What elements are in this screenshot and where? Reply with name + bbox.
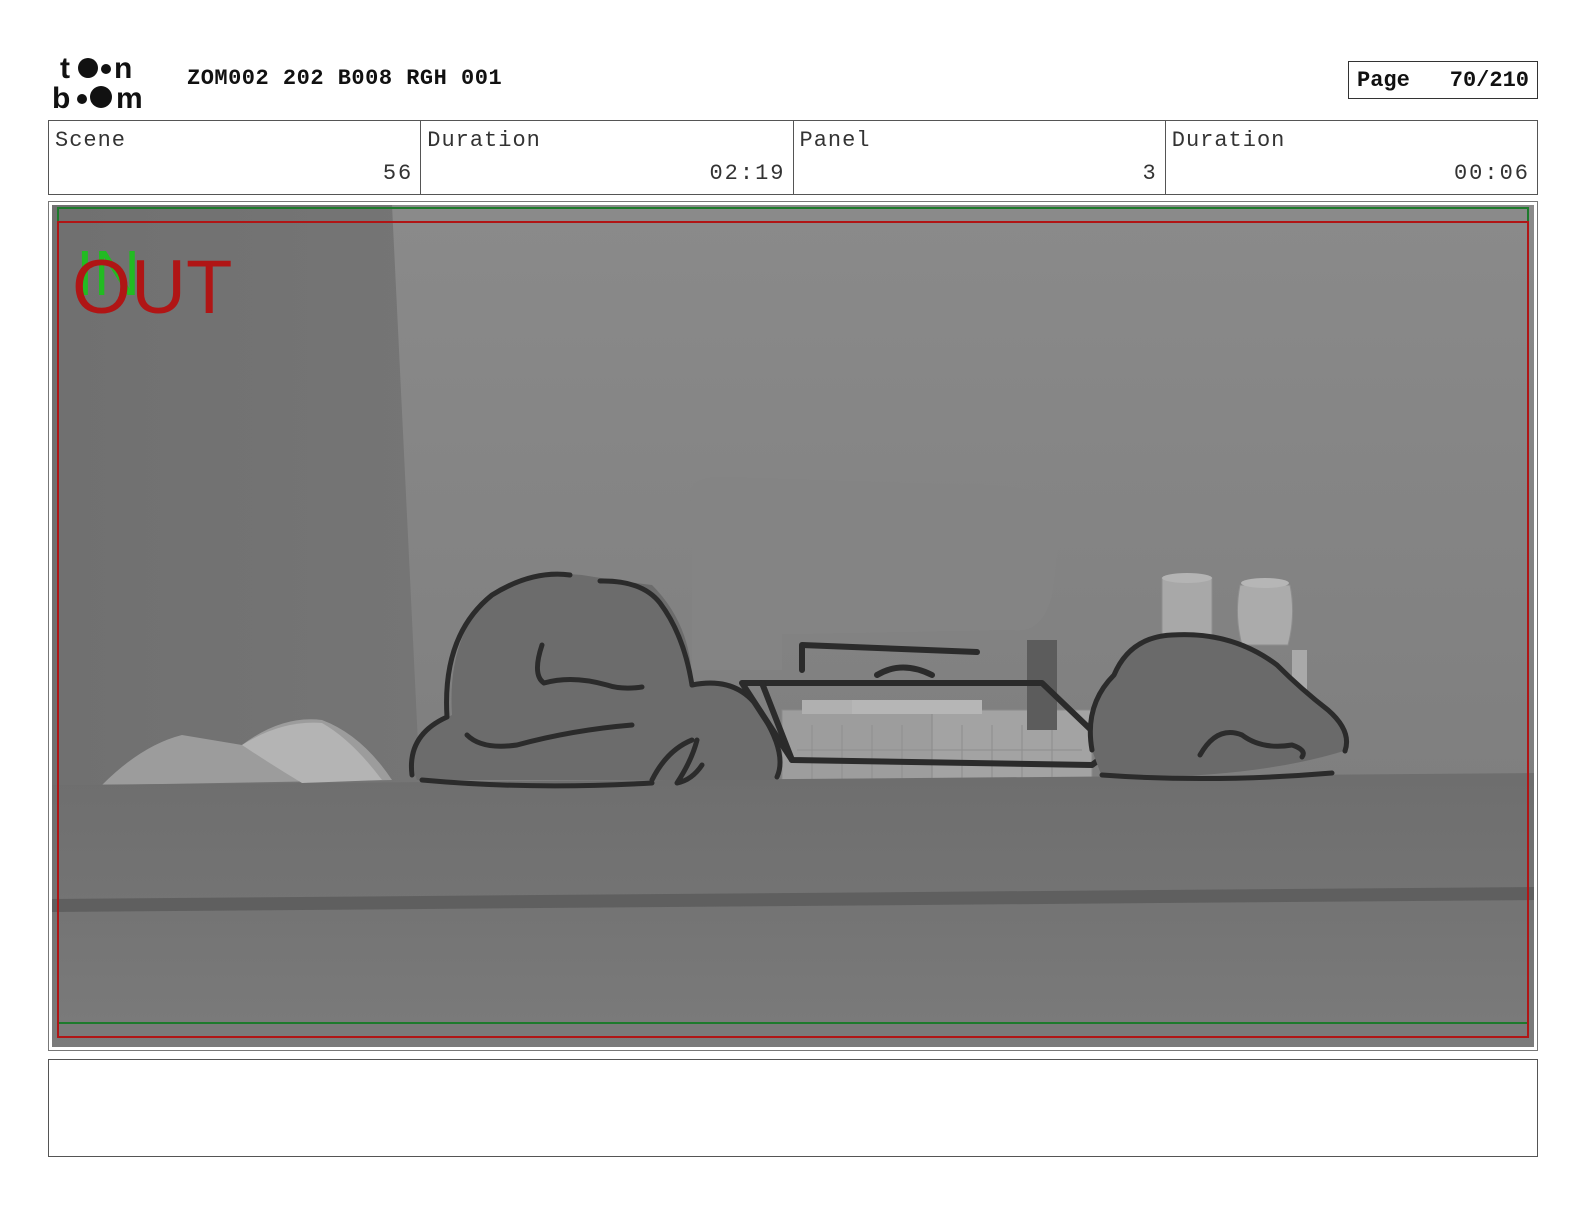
page-label: Page <box>1357 67 1410 93</box>
crate-right <box>931 709 1093 781</box>
scene-label: Scene <box>55 128 127 153</box>
scene-value: 56 <box>382 161 414 186</box>
svg-text:b: b <box>52 82 70 112</box>
svg-text:t: t <box>60 52 70 85</box>
scene-info-table: Scene 56 Duration 02:19 Panel 3 Duration… <box>48 120 1538 195</box>
jar-left <box>1161 577 1213 641</box>
scene-duration-label: Duration <box>427 128 541 153</box>
scene-duration-cell: Duration 02:19 <box>421 121 794 194</box>
svg-text:n: n <box>114 52 132 85</box>
panel-duration-label: Duration <box>1171 128 1286 153</box>
panel-notes-box <box>48 1059 1538 1157</box>
panel-cell: Panel 3 <box>794 121 1166 194</box>
scene-duration-value: 02:19 <box>709 161 786 186</box>
panel-duration-value: 00:06 <box>1453 161 1530 186</box>
background-figure <box>689 477 1057 640</box>
page-number: 70/210 <box>1449 67 1529 93</box>
jar-right <box>1236 584 1294 646</box>
panel-label: Panel <box>799 128 871 153</box>
panel-duration-cell: Duration 00:06 <box>1166 121 1537 194</box>
toon-boom-logo: t n b m <box>52 52 143 112</box>
out-marker: OUT <box>72 245 232 330</box>
scene-cell: Scene 56 <box>49 121 422 194</box>
page-indicator: Page 70/210 <box>1348 61 1538 99</box>
project-title: ZOM002 202 B008 RGH 001 <box>187 66 503 91</box>
svg-text:m: m <box>116 82 143 112</box>
crate-left <box>781 709 933 781</box>
panel-value: 3 <box>1142 161 1158 186</box>
panel-drawing: IN OUT <box>52 205 1534 1047</box>
storyboard-panel: IN OUT <box>48 201 1538 1051</box>
background-figure-arm <box>692 630 782 670</box>
